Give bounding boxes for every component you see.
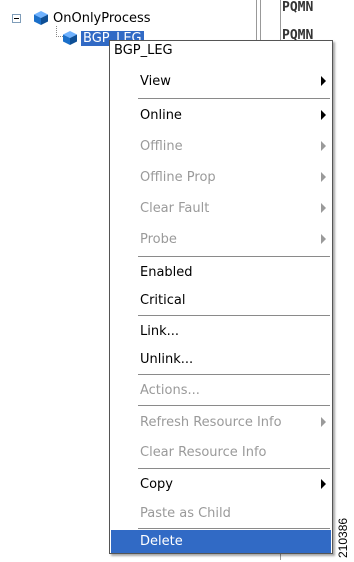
menu-item-label: Offline [140,138,183,154]
menu-separator [138,98,330,99]
menu-item-offline[interactable]: Offline [110,131,332,161]
menu-item-paste-as-child[interactable]: Paste as Child [110,498,332,528]
menu-item-copy[interactable]: Copy [110,469,332,499]
menu-item-clear-resource-info[interactable]: Clear Resource Info [110,437,332,467]
menu-item-label: Refresh Resource Info [140,414,282,430]
submenu-arrow-icon [321,234,326,244]
submenu-arrow-icon [321,172,326,182]
menu-separator [138,528,330,529]
figure-number: 210386 [334,470,354,560]
menu-item-label: Offline Prop [140,169,216,185]
tree-node-root[interactable]: OnOnlyProcess [12,8,151,28]
menu-item-offline-prop[interactable]: Offline Prop [110,162,332,192]
menu-item-refresh-resource-info[interactable]: Refresh Resource Info [110,407,332,437]
menu-item-label: Clear Fault [140,200,210,216]
menu-separator [138,405,330,406]
menu-item-label: Probe [140,231,177,247]
menu-item-label: Unlink... [140,351,194,367]
column-header-text: PQMN [282,0,314,15]
menu-item-label: Actions... [140,382,200,398]
menu-item-critical[interactable]: Critical [110,285,332,315]
menu-item-label: Delete [140,534,183,549]
menu-item-label: Copy [140,476,173,492]
cube-icon [34,11,48,25]
cube-icon [63,31,77,45]
menu-item-label: View [140,73,171,89]
column-header: PQMN [282,0,354,28]
submenu-arrow-icon [321,141,326,151]
menu-item-actions[interactable]: Actions... [110,375,332,405]
menu-item-label: Online [140,107,182,123]
menu-item-label: Clear Resource Info [140,444,267,460]
submenu-arrow-icon [321,110,326,120]
tree-connector [56,26,63,37]
menu-item-label: Critical [140,292,186,308]
menu-item-probe[interactable]: Probe [110,224,332,254]
menu-item-unlink[interactable]: Unlink... [110,344,332,374]
menu-item-label: Enabled [140,264,193,280]
menu-title: BGP_LEG [114,43,173,58]
menu-item-enabled[interactable]: Enabled [110,257,332,287]
menu-item-view[interactable]: View [110,66,332,96]
tree-node-label: OnOnlyProcess [53,10,151,26]
submenu-arrow-icon [321,479,326,489]
menu-item-online[interactable]: Online [110,100,332,130]
menu-item-label: Link... [140,323,180,339]
figure-number-text: 210386 [336,517,350,558]
menu-item-link[interactable]: Link... [110,316,332,346]
menu-item-delete[interactable]: Delete [111,530,331,553]
menu-item-label: Paste as Child [140,505,231,521]
submenu-arrow-icon [321,203,326,213]
context-menu: BGP_LEG View Online Offline Offline Prop… [109,40,333,554]
menu-item-clear-fault[interactable]: Clear Fault [110,193,332,223]
submenu-arrow-icon [321,417,326,427]
submenu-arrow-icon [321,76,326,86]
collapse-icon[interactable] [12,13,21,23]
